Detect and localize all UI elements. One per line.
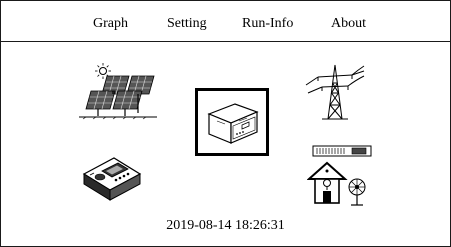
- menu-setting[interactable]: Setting: [167, 16, 207, 32]
- menu-graph[interactable]: Graph: [93, 16, 128, 32]
- menu-about[interactable]: About: [331, 16, 366, 32]
- menu-run-info[interactable]: Run-Info: [242, 16, 293, 32]
- inverter-icon[interactable]: [195, 88, 269, 156]
- app-window: Graph Setting Run-Info About 2019-08-14 …: [0, 0, 451, 247]
- datetime-display: 2019-08-14 18:26:31: [166, 218, 285, 233]
- power-grid-icon[interactable]: [304, 61, 366, 123]
- house-load-icon[interactable]: [307, 143, 373, 209]
- energy-meter-icon[interactable]: [80, 152, 142, 204]
- solar-panel-icon[interactable]: [77, 63, 159, 121]
- menu-bar: Graph Setting Run-Info About: [1, 1, 450, 42]
